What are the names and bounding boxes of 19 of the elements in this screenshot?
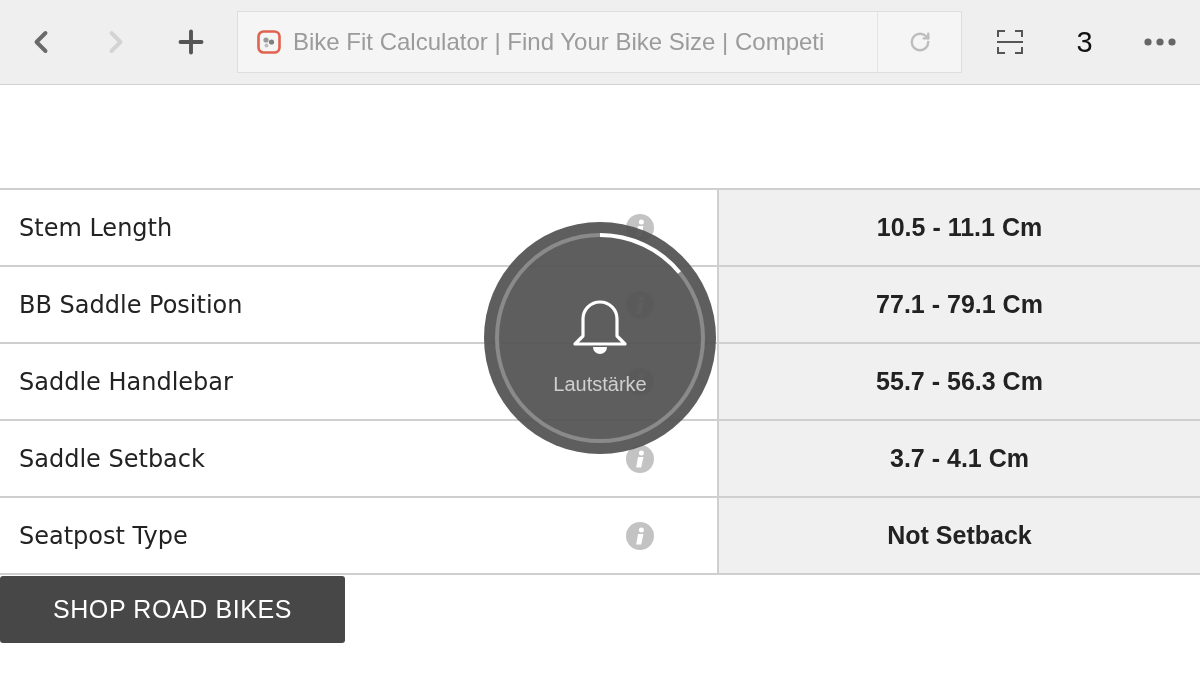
shop-button[interactable]: SHOP ROAD BIKES [0, 576, 345, 643]
value-cell: 77.1 - 79.1 Cm [719, 267, 1200, 342]
site-favicon-icon [257, 30, 281, 54]
reload-icon [908, 31, 931, 53]
row-label: Seatpost Type [19, 521, 188, 550]
volume-label: Lautstärke [553, 373, 647, 396]
value-cell: 10.5 - 11.1 Cm [719, 190, 1200, 265]
page-title: Bike Fit Calculator | Find Your Bike Size | Competi [293, 28, 825, 56]
reading-view-icon [995, 29, 1024, 55]
row-label: BB Saddle Position [19, 290, 243, 319]
value-cell: 55.7 - 56.3 Cm [719, 344, 1200, 419]
tab-count-button[interactable]: 3 [1047, 12, 1122, 72]
row-label: Saddle Handlebar [19, 367, 233, 396]
value-cell: 3.7 - 4.1 Cm [719, 421, 1200, 496]
value-cell: Not Setback [719, 498, 1200, 573]
bell-icon [572, 297, 628, 355]
more-dots-icon [1143, 38, 1176, 46]
row-label: Saddle Setback [19, 444, 205, 473]
row-label: Stem Length [19, 213, 173, 242]
